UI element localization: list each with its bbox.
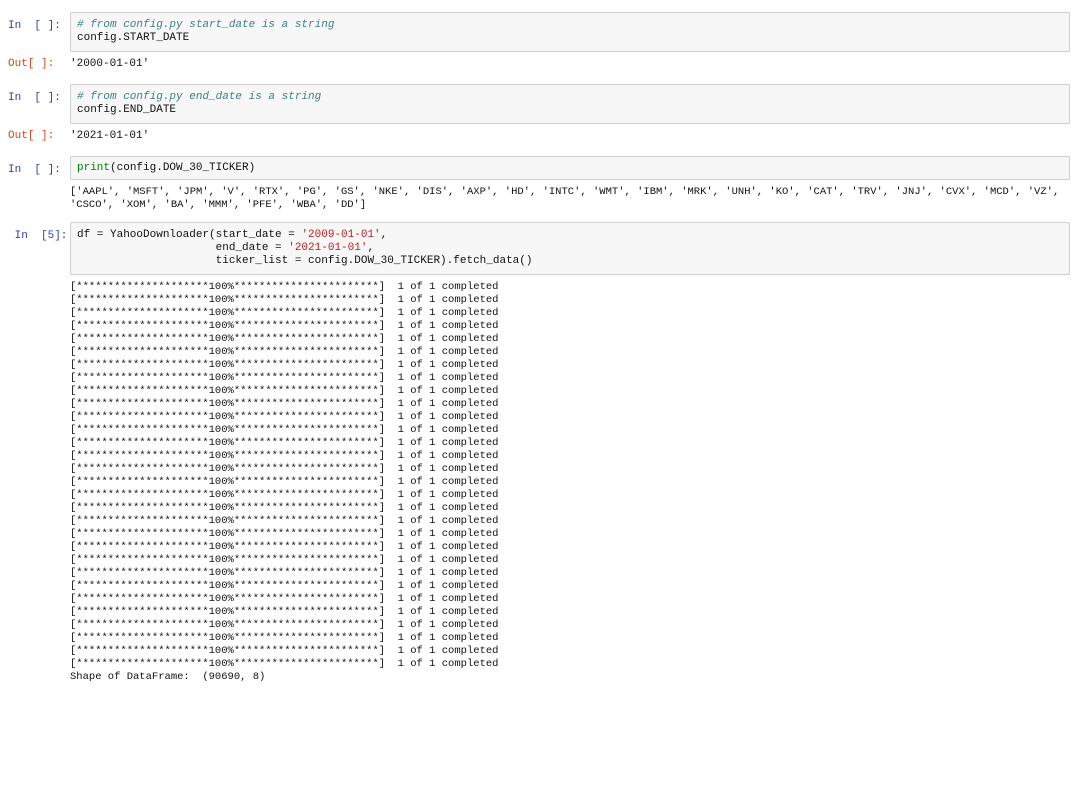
output-prompt-empty bbox=[4, 180, 70, 187]
code-line: config.START_DATE bbox=[77, 32, 1063, 45]
progress-line: [*********************100%**************… bbox=[70, 645, 499, 657]
progress-output: [*********************100%**************… bbox=[70, 275, 1070, 684]
code-input[interactable]: # from config.py start_date is a string … bbox=[70, 12, 1070, 52]
code-input[interactable]: print(config.DOW_30_TICKER) bbox=[70, 156, 1070, 180]
cell-1[interactable]: In [ ]: # from config.py start_date is a… bbox=[4, 12, 1070, 72]
stdout-text: ['AAPL', 'MSFT', 'JPM', 'V', 'RTX', 'PG'… bbox=[70, 186, 1066, 211]
input-prompt: In [ ]: bbox=[8, 20, 61, 32]
code-line: # from config.py start_date is a string bbox=[77, 19, 1063, 32]
code-line: end_date = '2021-01-01', bbox=[77, 242, 1063, 255]
progress-line: [*********************100%**************… bbox=[70, 307, 499, 319]
dataframe-shape-text: Shape of DataFrame: (90690, 8) bbox=[70, 671, 266, 683]
output-prompt: Out[ ]: bbox=[8, 130, 55, 142]
code-comment: # from config.py start_date is a string bbox=[77, 19, 335, 31]
code-text: end_date = bbox=[77, 242, 289, 254]
code-text: ticker_list = config.DOW_30_TICKER).fetc… bbox=[77, 255, 533, 267]
notebook: In [ ]: # from config.py start_date is a… bbox=[0, 0, 1080, 792]
code-text: , bbox=[367, 242, 375, 254]
progress-line: [*********************100%**************… bbox=[70, 554, 499, 566]
progress-line: [*********************100%**************… bbox=[70, 528, 499, 540]
progress-line: [*********************100%**************… bbox=[70, 346, 499, 358]
code-text: , bbox=[380, 229, 388, 241]
code-builtin: print bbox=[77, 162, 111, 174]
progress-line: [*********************100%**************… bbox=[70, 463, 499, 475]
code-line: ticker_list = config.DOW_30_TICKER).fetc… bbox=[77, 255, 1063, 268]
code-text: config.START_DATE bbox=[77, 32, 190, 44]
cell-3[interactable]: In [ ]: print(config.DOW_30_TICKER) ['AA… bbox=[4, 156, 1070, 212]
progress-line: [*********************100%**************… bbox=[70, 658, 499, 670]
progress-line: [*********************100%**************… bbox=[70, 320, 499, 332]
progress-line: [*********************100%**************… bbox=[70, 359, 499, 371]
progress-line: [*********************100%**************… bbox=[70, 606, 499, 618]
progress-line: [*********************100%**************… bbox=[70, 593, 499, 605]
code-comment: # from config.py end_date is a string bbox=[77, 91, 322, 103]
progress-line: [*********************100%**************… bbox=[70, 333, 499, 345]
code-line: config.END_DATE bbox=[77, 104, 1063, 117]
progress-line: [*********************100%**************… bbox=[70, 385, 499, 397]
progress-line: [*********************100%**************… bbox=[70, 450, 499, 462]
progress-line: [*********************100%**************… bbox=[70, 424, 499, 436]
progress-line: [*********************100%**************… bbox=[70, 437, 499, 449]
cell-2[interactable]: In [ ]: # from config.py end_date is a s… bbox=[4, 84, 1070, 144]
output-text: '2000-01-01' bbox=[70, 58, 150, 70]
code-input[interactable]: # from config.py end_date is a string co… bbox=[70, 84, 1070, 124]
output-prompt: Out[ ]: bbox=[8, 58, 55, 70]
output-text: '2021-01-01' bbox=[70, 130, 150, 142]
input-prompt: In [5]: bbox=[8, 230, 68, 242]
code-line: # from config.py end_date is a string bbox=[77, 91, 1063, 104]
cell-4[interactable]: In [5]: df = YahooDownloader(start_date … bbox=[4, 222, 1070, 684]
code-text: df = YahooDownloader(start_date = bbox=[77, 229, 302, 241]
code-text: config.END_DATE bbox=[77, 104, 177, 116]
code-string: '2009-01-01' bbox=[301, 229, 381, 241]
code-input[interactable]: df = YahooDownloader(start_date = '2009-… bbox=[70, 222, 1070, 275]
progress-line: [*********************100%**************… bbox=[70, 398, 499, 410]
progress-line: [*********************100%**************… bbox=[70, 489, 499, 501]
progress-line: [*********************100%**************… bbox=[70, 632, 499, 644]
code-text: (config.DOW_30_TICKER) bbox=[110, 162, 256, 174]
progress-line: [*********************100%**************… bbox=[70, 502, 499, 514]
code-line: df = YahooDownloader(start_date = '2009-… bbox=[77, 229, 1063, 242]
code-line: print(config.DOW_30_TICKER) bbox=[77, 162, 1063, 175]
progress-line: [*********************100%**************… bbox=[70, 567, 499, 579]
output-prompt-empty bbox=[4, 275, 70, 282]
progress-line: [*********************100%**************… bbox=[70, 619, 499, 631]
progress-line: [*********************100%**************… bbox=[70, 372, 499, 384]
progress-line: [*********************100%**************… bbox=[70, 476, 499, 488]
progress-line: [*********************100%**************… bbox=[70, 515, 499, 527]
input-prompt: In [ ]: bbox=[8, 92, 61, 104]
progress-line: [*********************100%**************… bbox=[70, 580, 499, 592]
progress-line: [*********************100%**************… bbox=[70, 294, 499, 306]
progress-line: [*********************100%**************… bbox=[70, 281, 499, 293]
input-prompt: In [ ]: bbox=[8, 164, 61, 176]
progress-line: [*********************100%**************… bbox=[70, 411, 499, 423]
progress-line: [*********************100%**************… bbox=[70, 541, 499, 553]
code-string: '2021-01-01' bbox=[288, 242, 368, 254]
